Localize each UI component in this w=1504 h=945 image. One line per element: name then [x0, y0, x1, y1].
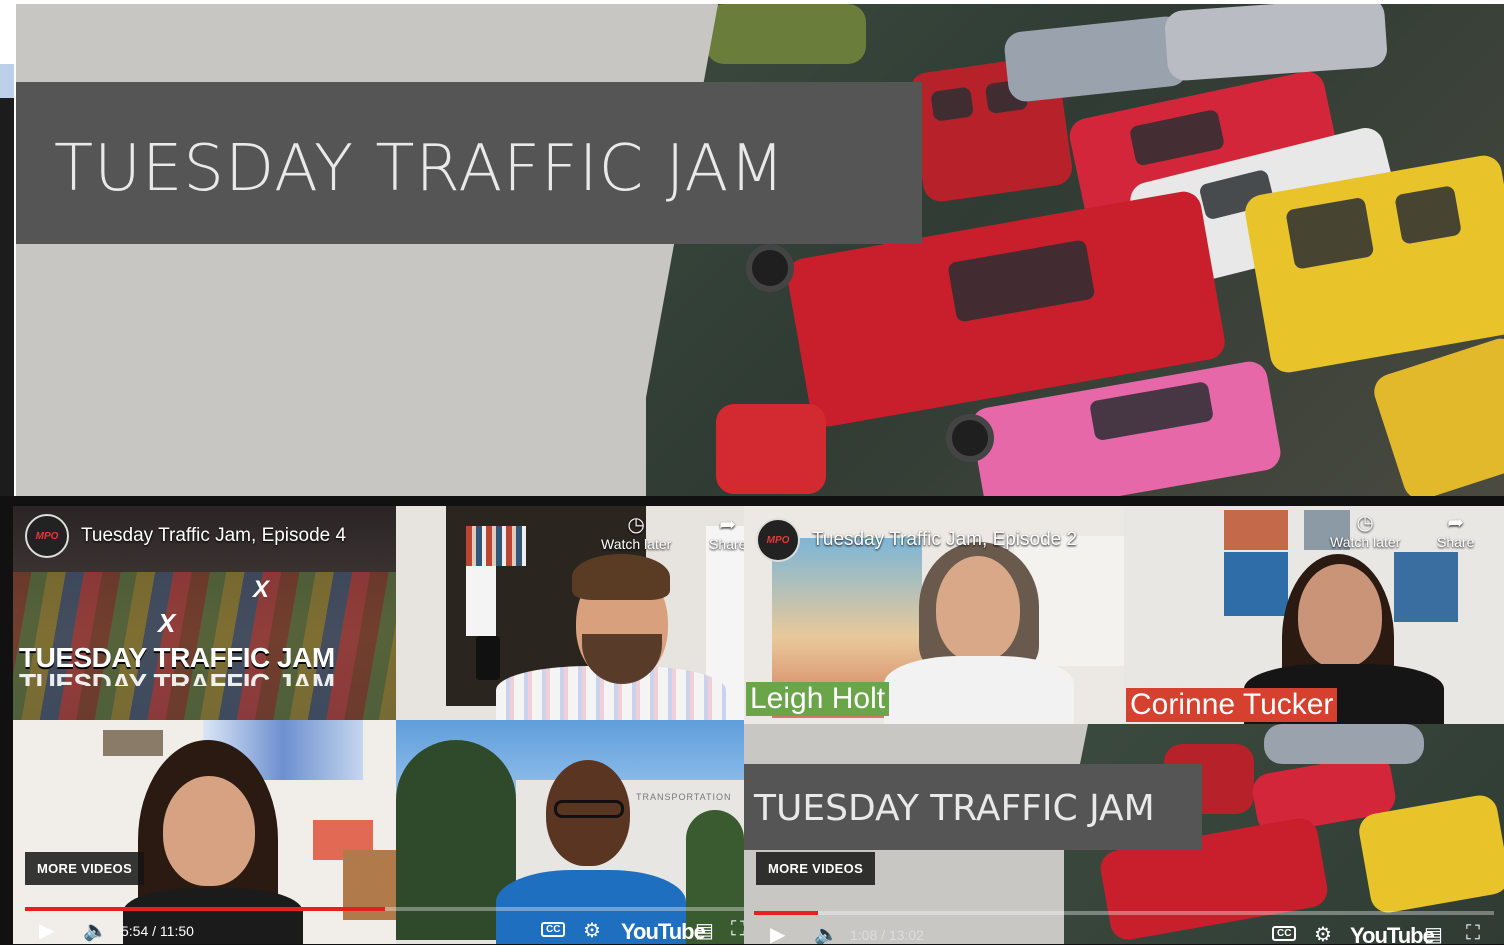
watch-later-button[interactable]: ◷ Watch later	[1330, 512, 1400, 550]
wall-frame	[1224, 510, 1288, 550]
hero-wedge	[628, 4, 718, 496]
play-icon[interactable]: ▶	[770, 922, 785, 944]
books	[466, 526, 526, 566]
settings-icon[interactable]: ⚙	[1314, 922, 1332, 944]
binders	[466, 566, 496, 636]
share-icon: ➦	[719, 514, 737, 536]
cc-icon[interactable]: CC	[1272, 926, 1297, 941]
speaker-name-right: Corinne Tucker	[1126, 688, 1338, 722]
toy-car	[1369, 334, 1504, 496]
cc-icon[interactable]: CC	[541, 922, 566, 937]
wall-frame	[103, 730, 163, 756]
wall-frame-panda	[1224, 552, 1288, 616]
watch-later-label: Watch later	[601, 536, 672, 552]
watch-later-label: Watch later	[1330, 534, 1401, 550]
volume-icon[interactable]: 🔈	[814, 922, 839, 944]
watch-later-button[interactable]: ◷ Watch later	[601, 514, 671, 552]
left-edge-accent-top	[0, 64, 14, 98]
thumbnail-x-mark: X	[158, 608, 176, 638]
speaker	[476, 636, 500, 680]
video-player-episode-4[interactable]: X X TUESDAY TRAFFIC JAM TUESDAY TRAFFIC …	[13, 506, 744, 944]
share-button[interactable]: ➦ Share	[1437, 512, 1474, 550]
video-title[interactable]: Tuesday Traffic Jam, Episode 4	[81, 525, 346, 547]
progress-bar[interactable]	[754, 911, 1494, 915]
cast-icon[interactable]: ▤	[1424, 922, 1443, 944]
more-videos-button[interactable]: MORE VIDEOS	[756, 852, 876, 885]
clock-icon: ◷	[627, 514, 645, 536]
youtube-logo[interactable]: YouTube	[621, 919, 706, 944]
time-display: 1:08 / 13:02	[850, 927, 924, 943]
video-header: MPO Tuesday Traffic Jam, Episode 4	[13, 506, 346, 566]
toy-wheel	[946, 414, 994, 462]
toy-car	[1264, 724, 1424, 764]
wall-frame	[1394, 552, 1458, 622]
share-label: Share	[1437, 534, 1475, 550]
youtube-logo[interactable]: YouTube	[1350, 923, 1435, 944]
toy-car	[716, 404, 826, 494]
thumbnail-title-echo: TUESDAY TRAFFIC JAM	[19, 668, 335, 686]
building-sign: TRANSPORTATION	[636, 792, 732, 802]
fullscreen-icon[interactable]: ⛶	[1466, 922, 1480, 944]
cast-icon[interactable]: ▤	[695, 918, 714, 943]
share-label: Share	[709, 536, 744, 552]
share-icon: ➦	[1447, 512, 1465, 534]
hero-title: TUESDAY TRAFFIC JAM	[54, 132, 786, 206]
settings-icon[interactable]: ⚙	[583, 918, 601, 943]
person-body	[884, 656, 1074, 726]
video-header: MPO Tuesday Traffic Jam, Episode 2	[744, 510, 1077, 570]
speaker-name-left: Leigh Holt	[746, 682, 890, 716]
page: TUESDAY TRAFFIC JAM X X TUESDAY TRAFFIC …	[0, 0, 1504, 945]
share-button[interactable]: ➦ Share	[709, 514, 744, 552]
progress-played	[754, 911, 819, 915]
thumbnail-x-mark: X	[253, 576, 270, 603]
toy-car	[1002, 14, 1190, 104]
glasses	[554, 800, 624, 818]
progress-bar[interactable]	[25, 907, 744, 911]
fullscreen-icon[interactable]: ⛶	[731, 918, 744, 941]
progress-played	[25, 907, 385, 911]
person-hair	[572, 554, 670, 600]
person-face	[163, 776, 255, 886]
time-display: 5:54 / 11:50	[121, 923, 194, 939]
more-videos-button[interactable]: MORE VIDEOS	[25, 852, 145, 885]
hero-banner: TUESDAY TRAFFIC JAM	[16, 4, 1504, 496]
play-icon[interactable]: ▶	[39, 918, 54, 943]
person-face	[1298, 564, 1382, 668]
slide-title: TUESDAY TRAFFIC JAM	[754, 788, 1155, 829]
toy-car	[1163, 4, 1389, 82]
participant-tile-man	[396, 506, 744, 726]
clock-icon: ◷	[1356, 512, 1374, 534]
video-player-episode-2[interactable]: Leigh Holt Corinne Tucker TUESDAY TRAFFI…	[744, 506, 1504, 944]
toy-cars-photo	[646, 4, 1504, 496]
video-title[interactable]: Tuesday Traffic Jam, Episode 2	[812, 529, 1077, 551]
channel-logo[interactable]: MPO	[25, 514, 69, 558]
toy-car	[706, 4, 866, 64]
toy-wheel	[746, 244, 794, 292]
volume-icon[interactable]: 🔈	[83, 918, 108, 943]
channel-logo[interactable]: MPO	[756, 518, 800, 562]
person-face	[936, 556, 1020, 662]
